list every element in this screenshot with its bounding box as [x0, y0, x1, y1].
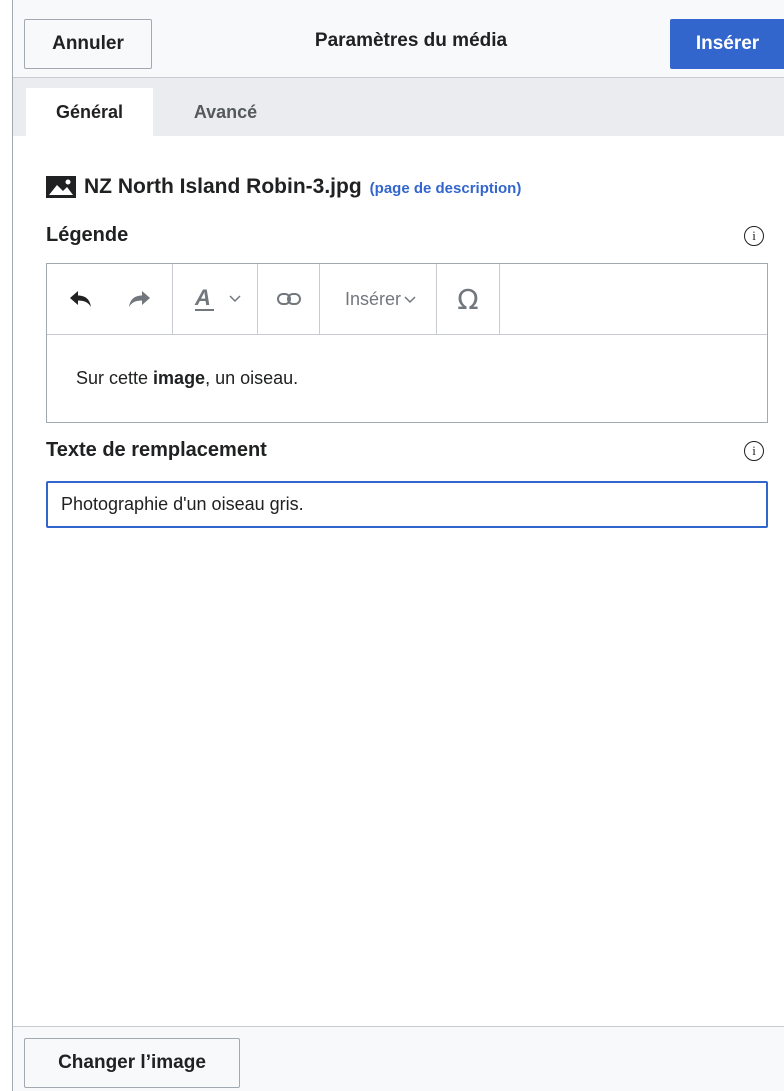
- caption-editor: A Insérer Ω Sur cette image, un oiseau.: [46, 263, 768, 423]
- special-char-group: Ω: [437, 264, 500, 334]
- editor-toolbar: A Insérer Ω: [47, 264, 767, 335]
- undo-icon[interactable]: [65, 284, 97, 314]
- text-style-dropdown[interactable]: A: [193, 284, 251, 314]
- alt-text-input[interactable]: [46, 481, 768, 528]
- history-group: [47, 264, 173, 334]
- dialog-footer: Changer l’image: [13, 1026, 784, 1091]
- description-page-link[interactable]: (page de description): [370, 180, 522, 197]
- link-group: [258, 264, 320, 334]
- text-style-icon: A: [194, 285, 241, 311]
- dialog-title: Paramètres du média: [314, 30, 508, 51]
- alt-text-info-icon[interactable]: i: [744, 441, 764, 461]
- tab-bar: Général Avancé: [13, 78, 784, 136]
- image-icon: [46, 176, 76, 198]
- svg-text:A: A: [194, 285, 211, 310]
- caption-content[interactable]: Sur cette image, un oiseau.: [76, 368, 298, 389]
- tab-advanced[interactable]: Avancé: [173, 88, 278, 136]
- alt-text-label: Texte de remplacement: [46, 439, 267, 461]
- style-group: A: [173, 264, 258, 334]
- caption-label: Légende: [46, 224, 129, 246]
- special-character-button[interactable]: Ω: [453, 283, 483, 316]
- insert-group: Insérer: [320, 264, 437, 334]
- insert-menu-label: Insérer: [344, 288, 402, 309]
- chevron-down-icon: [404, 296, 416, 304]
- tab-general[interactable]: Général: [26, 88, 153, 136]
- caption-info-icon[interactable]: i: [744, 226, 764, 246]
- link-icon[interactable]: [274, 284, 304, 314]
- insert-menu[interactable]: Insérer: [336, 284, 426, 314]
- file-name: NZ North Island Robin-3.jpg: [84, 175, 362, 198]
- redo-icon[interactable]: [123, 284, 155, 314]
- dialog-header: Annuler Paramètres du média Insérer: [13, 0, 784, 78]
- insert-button[interactable]: Insérer: [670, 19, 784, 69]
- cancel-button[interactable]: Annuler: [24, 19, 152, 69]
- change-image-button[interactable]: Changer l’image: [24, 1038, 240, 1088]
- file-info: NZ North Island Robin-3.jpg (page de des…: [46, 172, 521, 202]
- media-settings-dialog: Annuler Paramètres du média Insérer Géné…: [12, 0, 784, 1091]
